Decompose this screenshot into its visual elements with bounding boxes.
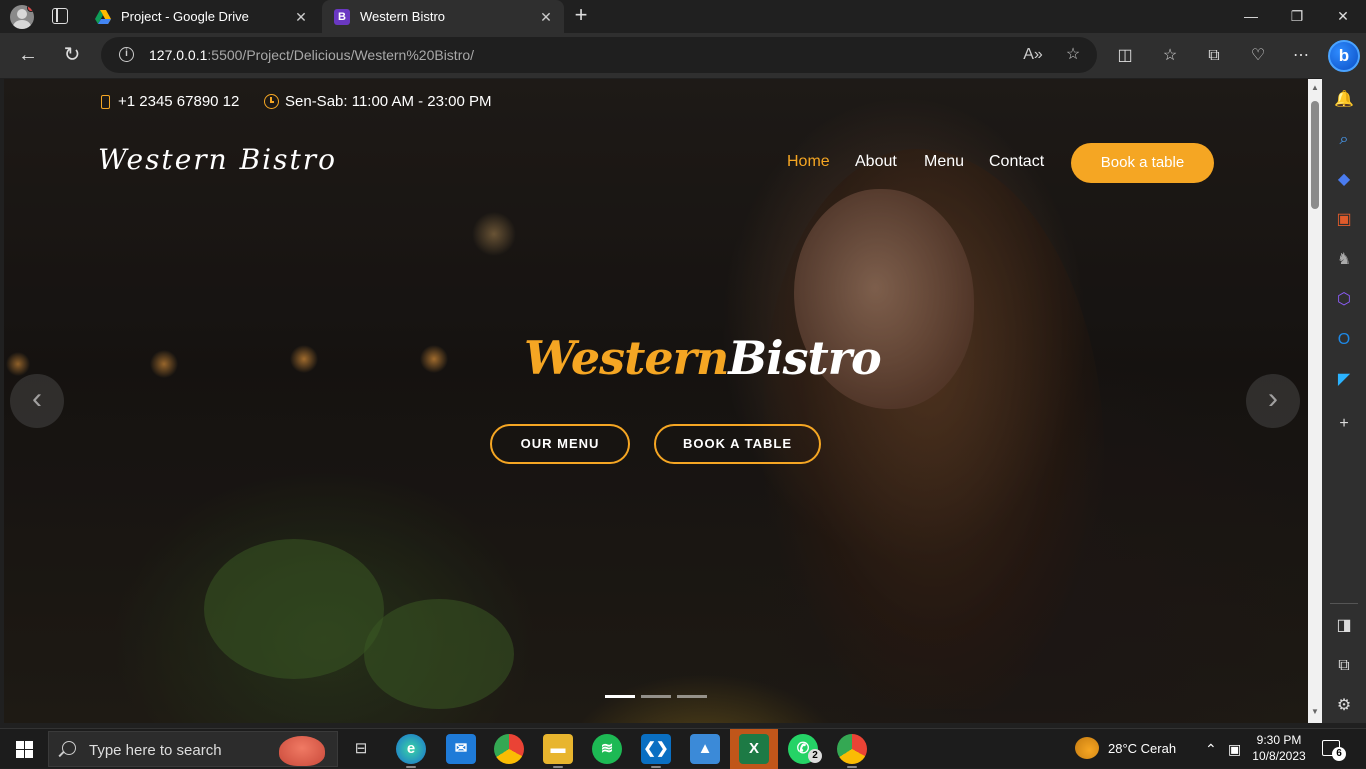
favorite-star-icon[interactable]: ☆ [1063,45,1083,65]
clock-date: 10/8/2023 [1252,749,1306,763]
edge-icon[interactable]: e [396,734,426,764]
favorites-icon[interactable]: ☆ [1159,45,1181,67]
microsoft-365-icon[interactable]: ⬡ [1334,290,1354,310]
drop-icon[interactable]: ◤ [1334,370,1354,390]
photos-icon[interactable]: ▲ [690,734,720,764]
notifications-bell-icon[interactable]: 🔔 [1334,90,1354,110]
minimize-button[interactable]: — [1228,0,1274,33]
search-placeholder: Type here to search [89,742,222,759]
taskbar-clock[interactable]: 9:30 PM 10/8/2023 [1248,732,1310,764]
shopping-tag-icon[interactable]: ◆ [1334,170,1354,190]
google-drive-icon [95,9,111,25]
scrollbar-thumb[interactable] [1311,101,1319,209]
tab-title: Project - Google Drive [121,9,249,24]
edge-sidebar: 🔔 ⌕ ◆ ▣ ♞ ⬡ O ◤ + ◨ ⧉ ⚙ [1322,78,1366,723]
browser-toolbar: ← ↻ i 127.0.0.1:5500/Project/Delicious/W… [0,33,1366,78]
chrome-profile-icon[interactable] [837,734,867,764]
tray-overflow-chevron-icon[interactable]: ⌃ [1205,729,1217,769]
hide-sidebar-icon[interactable]: ◨ [1334,616,1354,636]
search-highlight-octopus-icon [279,736,325,766]
hero-title-western: Western [524,331,729,385]
whatsapp-badge: 2 [808,749,822,763]
excel-icon[interactable]: X [739,734,769,764]
address-bar[interactable]: i 127.0.0.1:5500/Project/Delicious/Weste… [101,37,1097,73]
sidebar-divider [1330,603,1358,604]
weather-moon-cloud-icon[interactable] [1075,737,1099,759]
file-explorer-icon[interactable]: ▬ [543,734,573,764]
new-tab-button[interactable]: + [570,4,592,27]
carousel-next-button[interactable]: › [1246,374,1300,428]
hero-book-table-button[interactable]: BOOK A TABLE [654,424,821,464]
opening-hours: Sen-Sab: 11:00 AM - 23:00 PM [285,93,492,110]
back-button[interactable]: ← [14,42,42,70]
phone-icon [101,94,110,109]
profile-status-dot [27,5,34,12]
outlook-icon[interactable]: O [1334,330,1354,350]
collections-icon[interactable]: ⧉ [1203,45,1225,67]
carousel-indicator-2[interactable] [641,695,671,698]
task-view-icon[interactable]: ⊟ [346,734,376,764]
tab-close-icon[interactable]: ✕ [293,9,309,25]
hero-title: WesternBistro [524,331,882,385]
spotify-icon[interactable]: ≋ [592,734,622,764]
page-scrollbar[interactable]: ▲ ▼ [1308,79,1322,723]
scroll-up-arrow[interactable]: ▲ [1310,83,1320,93]
book-table-button[interactable]: Book a table [1071,143,1214,183]
mail-icon[interactable]: ✉ [446,734,476,764]
chrome-icon[interactable] [494,734,524,764]
profile-avatar-icon[interactable] [10,5,34,29]
sidebar-settings-gear-icon[interactable]: ⚙ [1334,696,1354,716]
tab-close-icon[interactable]: ✕ [538,9,554,25]
split-screen-icon[interactable]: ◫ [1114,45,1136,67]
add-sidebar-app-icon[interactable]: + [1334,414,1354,434]
site-info-icon[interactable]: i [119,47,134,62]
clock-icon [264,94,279,109]
hero-section: +1 2345 67890 12 Sen-Sab: 11:00 AM - 23:… [4,79,1308,723]
phone-number: +1 2345 67890 12 [118,93,240,110]
nav-contact[interactable]: Contact [989,153,1044,171]
games-icon[interactable]: ♞ [1334,250,1354,270]
nav-menu[interactable]: Menu [924,153,964,171]
search-icon[interactable]: ⌕ [1334,130,1354,150]
restore-button[interactable]: ❐ [1274,0,1320,33]
browser-titlebar: Project - Google Drive ✕ B Western Bistr… [0,0,1366,33]
bing-copilot-icon[interactable]: b [1328,40,1360,72]
close-window-button[interactable]: ✕ [1320,0,1366,33]
network-icon[interactable]: ▣ [1228,729,1241,769]
topbar-phone: +1 2345 67890 12 [101,93,239,110]
tab-google-drive[interactable]: Project - Google Drive ✕ [83,0,319,33]
nav-home[interactable]: Home [787,153,830,171]
notification-center-icon[interactable]: 6 [1322,740,1346,761]
open-external-icon[interactable]: ⧉ [1334,656,1354,676]
bootstrap-icon: B [334,8,350,25]
hero-title-bistro: Bistro [728,331,881,385]
topbar-hours: Sen-Sab: 11:00 AM - 23:00 PM [264,93,492,110]
windows-taskbar: Type here to search ⊟ e ✉ ▬ ≋ ❮❯ ▲ X ✆ 2… [0,728,1366,769]
tab-title: Western Bistro [360,9,446,24]
more-menu-icon[interactable]: ⋯ [1290,45,1312,67]
browser-essentials-icon[interactable]: ♡ [1247,45,1269,67]
scroll-down-arrow[interactable]: ▼ [1310,707,1320,717]
taskbar-search-box[interactable]: Type here to search [48,731,338,767]
our-menu-button[interactable]: OUR MENU [490,424,630,464]
carousel-prev-button[interactable]: ‹ [10,374,64,428]
vscode-icon[interactable]: ❮❯ [641,734,671,764]
clock-time: 9:30 PM [1256,733,1302,747]
search-icon [62,741,76,755]
read-aloud-icon[interactable]: A» [1023,45,1043,65]
tab-western-bistro[interactable]: B Western Bistro ✕ [322,0,564,33]
notification-count-badge: 6 [1332,747,1346,761]
weather-text[interactable]: 28°C Cerah [1108,729,1176,769]
carousel-indicator-1[interactable] [605,695,635,698]
windows-start-icon[interactable] [16,741,33,758]
carousel-indicator-3[interactable] [677,695,707,698]
url-text[interactable]: 127.0.0.1:5500/Project/Delicious/Western… [149,47,474,63]
tab-actions-icon[interactable] [52,8,68,24]
tools-briefcase-icon[interactable]: ▣ [1334,210,1354,230]
reload-button[interactable]: ↻ [58,42,86,70]
site-logo[interactable]: Western Bistro [98,143,337,176]
nav-about[interactable]: About [855,153,897,171]
